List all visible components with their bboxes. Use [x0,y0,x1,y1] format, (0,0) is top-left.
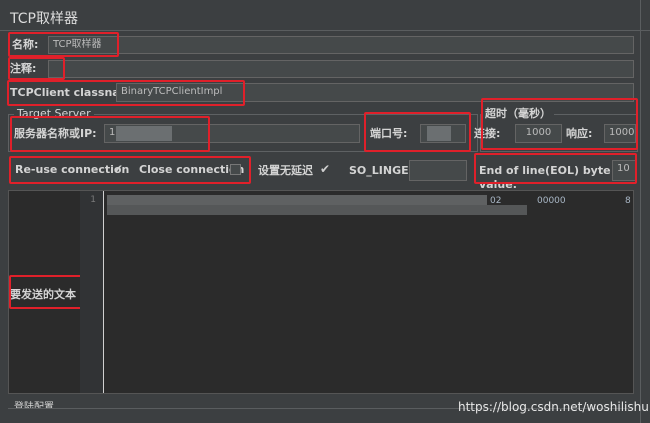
window-title: TCP取样器 [10,11,78,27]
line-number-gutter: 1 [80,191,104,393]
no-delay-label: 设置无延迟 [258,164,313,177]
so-linger-field[interactable] [409,160,467,181]
content-fragment-2: 00000 [537,196,566,206]
comment-highlight-box [8,57,65,80]
name-highlight-box [8,32,119,57]
text-cursor-line [103,191,104,393]
classname-highlight-box [7,80,245,106]
line-number: 1 [90,195,96,205]
eol-highlight-box [474,153,637,184]
timeout-highlight-box [481,98,638,150]
content-fragment-1: 02 [490,196,502,206]
no-delay-checkbox[interactable]: ✔ [320,163,330,175]
port-highlight-box [364,112,471,152]
watermark-text: https://blog.csdn.net/woshilishu [458,400,649,414]
text-label-highlight-box [9,275,90,309]
right-edge-divider [640,0,641,423]
content-fragment-3: 8 [625,196,631,206]
content-redacted-blur [107,195,487,205]
comment-field[interactable] [48,60,634,78]
connection-options-highlight-box [9,156,251,184]
text-to-send-editor[interactable]: 02 00000 8 [105,191,633,393]
check-icon: ✔ [320,162,331,176]
title-divider [0,30,650,31]
name-field[interactable]: TCP取样器 [48,36,634,54]
content-redacted-blur-2 [107,205,527,215]
host-highlight-box [10,116,210,152]
